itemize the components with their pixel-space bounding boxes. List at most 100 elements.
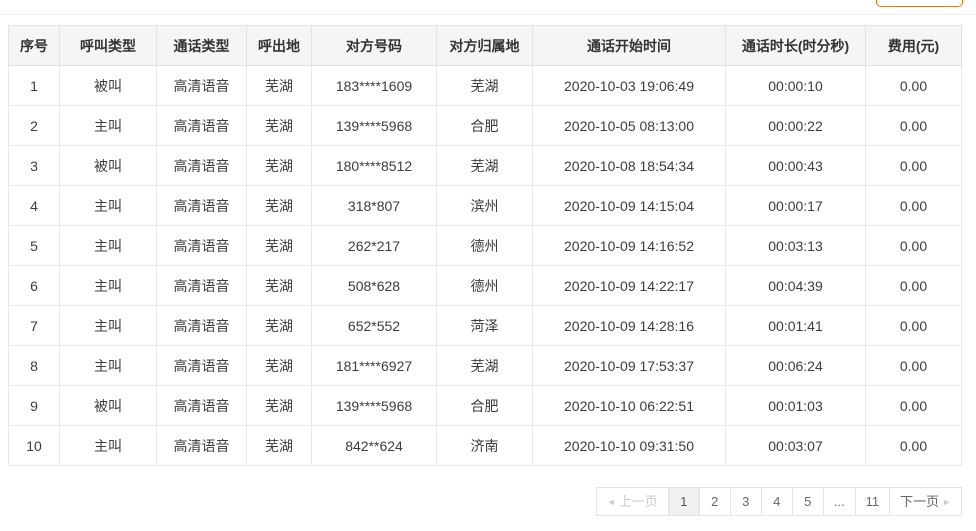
table-cell: 主叫 xyxy=(60,266,157,306)
pagination-page-2[interactable]: 2 xyxy=(699,488,730,515)
table-cell: 00:04:39 xyxy=(726,266,866,306)
table-cell: 芜湖 xyxy=(247,346,312,386)
table-cell: 10 xyxy=(9,426,60,466)
table-cell: 2020-10-09 14:28:16 xyxy=(533,306,726,346)
table-cell: 508*628 xyxy=(312,266,437,306)
table-row: 2主叫高清语音芜湖139****5968合肥2020-10-05 08:13:0… xyxy=(9,106,962,146)
pagination-ellipsis: ... xyxy=(823,488,855,515)
table-cell: 主叫 xyxy=(60,346,157,386)
table-cell: 00:03:13 xyxy=(726,226,866,266)
table-row: 5主叫高清语音芜湖262*217德州2020-10-09 14:16:5200:… xyxy=(9,226,962,266)
table-row: 9被叫高清语音芜湖139****5968合肥2020-10-10 06:22:5… xyxy=(9,386,962,426)
table-cell: 2020-10-10 09:31:50 xyxy=(533,426,726,466)
table-cell: 2020-10-09 14:15:04 xyxy=(533,186,726,226)
table-cell: 主叫 xyxy=(60,186,157,226)
table-row: 6主叫高清语音芜湖508*628德州2020-10-09 14:22:1700:… xyxy=(9,266,962,306)
table-cell: 318*807 xyxy=(312,186,437,226)
chevron-right-icon: ► xyxy=(942,497,951,507)
table-cell: 被叫 xyxy=(60,146,157,186)
table-cell: 6 xyxy=(9,266,60,306)
pagination-page-3[interactable]: 3 xyxy=(730,488,761,515)
table-cell: 00:01:41 xyxy=(726,306,866,346)
column-header: 序号 xyxy=(9,26,60,66)
table-cell: 2020-10-09 17:53:37 xyxy=(533,346,726,386)
table-cell: 00:00:17 xyxy=(726,186,866,226)
table-cell: 芜湖 xyxy=(437,146,533,186)
column-header: 呼叫类型 xyxy=(60,26,157,66)
table-cell: 0.00 xyxy=(866,266,962,306)
top-action-button[interactable] xyxy=(876,0,963,7)
table-cell: 芜湖 xyxy=(247,66,312,106)
table-cell: 9 xyxy=(9,386,60,426)
table-body: 1被叫高清语音芜湖183****1609芜湖2020-10-03 19:06:4… xyxy=(9,66,962,466)
pagination-prev-label: 上一页 xyxy=(619,494,658,509)
pagination: ◄上一页 12345...11下一页► xyxy=(596,487,962,516)
table-cell: 高清语音 xyxy=(157,306,247,346)
table-cell: 高清语音 xyxy=(157,146,247,186)
table-cell: 5 xyxy=(9,226,60,266)
table-cell: 2020-10-09 14:16:52 xyxy=(533,226,726,266)
table-cell: 00:00:43 xyxy=(726,146,866,186)
table-cell: 183****1609 xyxy=(312,66,437,106)
table-cell: 8 xyxy=(9,346,60,386)
column-header: 通话类型 xyxy=(157,26,247,66)
table-cell: 00:03:07 xyxy=(726,426,866,466)
pagination-page-4[interactable]: 4 xyxy=(761,488,792,515)
table-cell: 芜湖 xyxy=(247,266,312,306)
table-cell: 0.00 xyxy=(866,186,962,226)
table-cell: 芜湖 xyxy=(247,386,312,426)
pagination-page-11[interactable]: 11 xyxy=(855,488,890,515)
pagination-page-5[interactable]: 5 xyxy=(792,488,823,515)
column-header: 呼出地 xyxy=(247,26,312,66)
table-cell: 2 xyxy=(9,106,60,146)
table-cell: 262*217 xyxy=(312,226,437,266)
pagination-next-button[interactable]: 下一页► xyxy=(889,488,961,515)
table-cell: 高清语音 xyxy=(157,66,247,106)
table-cell: 菏泽 xyxy=(437,306,533,346)
table-cell: 济南 xyxy=(437,426,533,466)
top-separator-line xyxy=(0,14,976,15)
table-cell: 芜湖 xyxy=(247,426,312,466)
column-header: 对方归属地 xyxy=(437,26,533,66)
column-header: 费用(元) xyxy=(866,26,962,66)
table-cell: 主叫 xyxy=(60,426,157,466)
table-cell: 芜湖 xyxy=(247,186,312,226)
table-cell: 芜湖 xyxy=(437,66,533,106)
table-cell: 0.00 xyxy=(866,306,962,346)
table-cell: 0.00 xyxy=(866,146,962,186)
table-row: 10主叫高清语音芜湖842**624济南2020-10-10 09:31:500… xyxy=(9,426,962,466)
table-cell: 0.00 xyxy=(866,226,962,266)
pagination-prev-button: ◄上一页 xyxy=(597,488,668,515)
table-cell: 0.00 xyxy=(866,106,962,146)
call-records-table: 序号呼叫类型通话类型呼出地对方号码对方归属地通话开始时间通话时长(时分秒)费用(… xyxy=(8,25,962,466)
table-cell: 合肥 xyxy=(437,106,533,146)
table-cell: 高清语音 xyxy=(157,186,247,226)
table-cell: 德州 xyxy=(437,266,533,306)
column-header: 通话时长(时分秒) xyxy=(726,26,866,66)
table-cell: 7 xyxy=(9,306,60,346)
table-cell: 0.00 xyxy=(866,386,962,426)
table-cell: 2020-10-08 18:54:34 xyxy=(533,146,726,186)
table-cell: 被叫 xyxy=(60,386,157,426)
table-cell: 842**624 xyxy=(312,426,437,466)
table-cell: 主叫 xyxy=(60,226,157,266)
table-cell: 高清语音 xyxy=(157,266,247,306)
table-cell: 0.00 xyxy=(866,426,962,466)
table-cell: 180****8512 xyxy=(312,146,437,186)
table-cell: 0.00 xyxy=(866,66,962,106)
pagination-page-1[interactable]: 1 xyxy=(668,488,699,515)
table-cell: 被叫 xyxy=(60,66,157,106)
table-cell: 00:00:10 xyxy=(726,66,866,106)
table-cell: 4 xyxy=(9,186,60,226)
table-cell: 芜湖 xyxy=(247,106,312,146)
table-cell: 2020-10-03 19:06:49 xyxy=(533,66,726,106)
table-cell: 高清语音 xyxy=(157,106,247,146)
table-row: 1被叫高清语音芜湖183****1609芜湖2020-10-03 19:06:4… xyxy=(9,66,962,106)
table-header-row: 序号呼叫类型通话类型呼出地对方号码对方归属地通话开始时间通话时长(时分秒)费用(… xyxy=(9,26,962,66)
chevron-left-icon: ◄ xyxy=(607,497,616,507)
table-row: 3被叫高清语音芜湖180****8512芜湖2020-10-08 18:54:3… xyxy=(9,146,962,186)
table-cell: 高清语音 xyxy=(157,226,247,266)
table-cell: 高清语音 xyxy=(157,426,247,466)
table-row: 4主叫高清语音芜湖318*807滨州2020-10-09 14:15:0400:… xyxy=(9,186,962,226)
table-row: 7主叫高清语音芜湖652*552菏泽2020-10-09 14:28:1600:… xyxy=(9,306,962,346)
